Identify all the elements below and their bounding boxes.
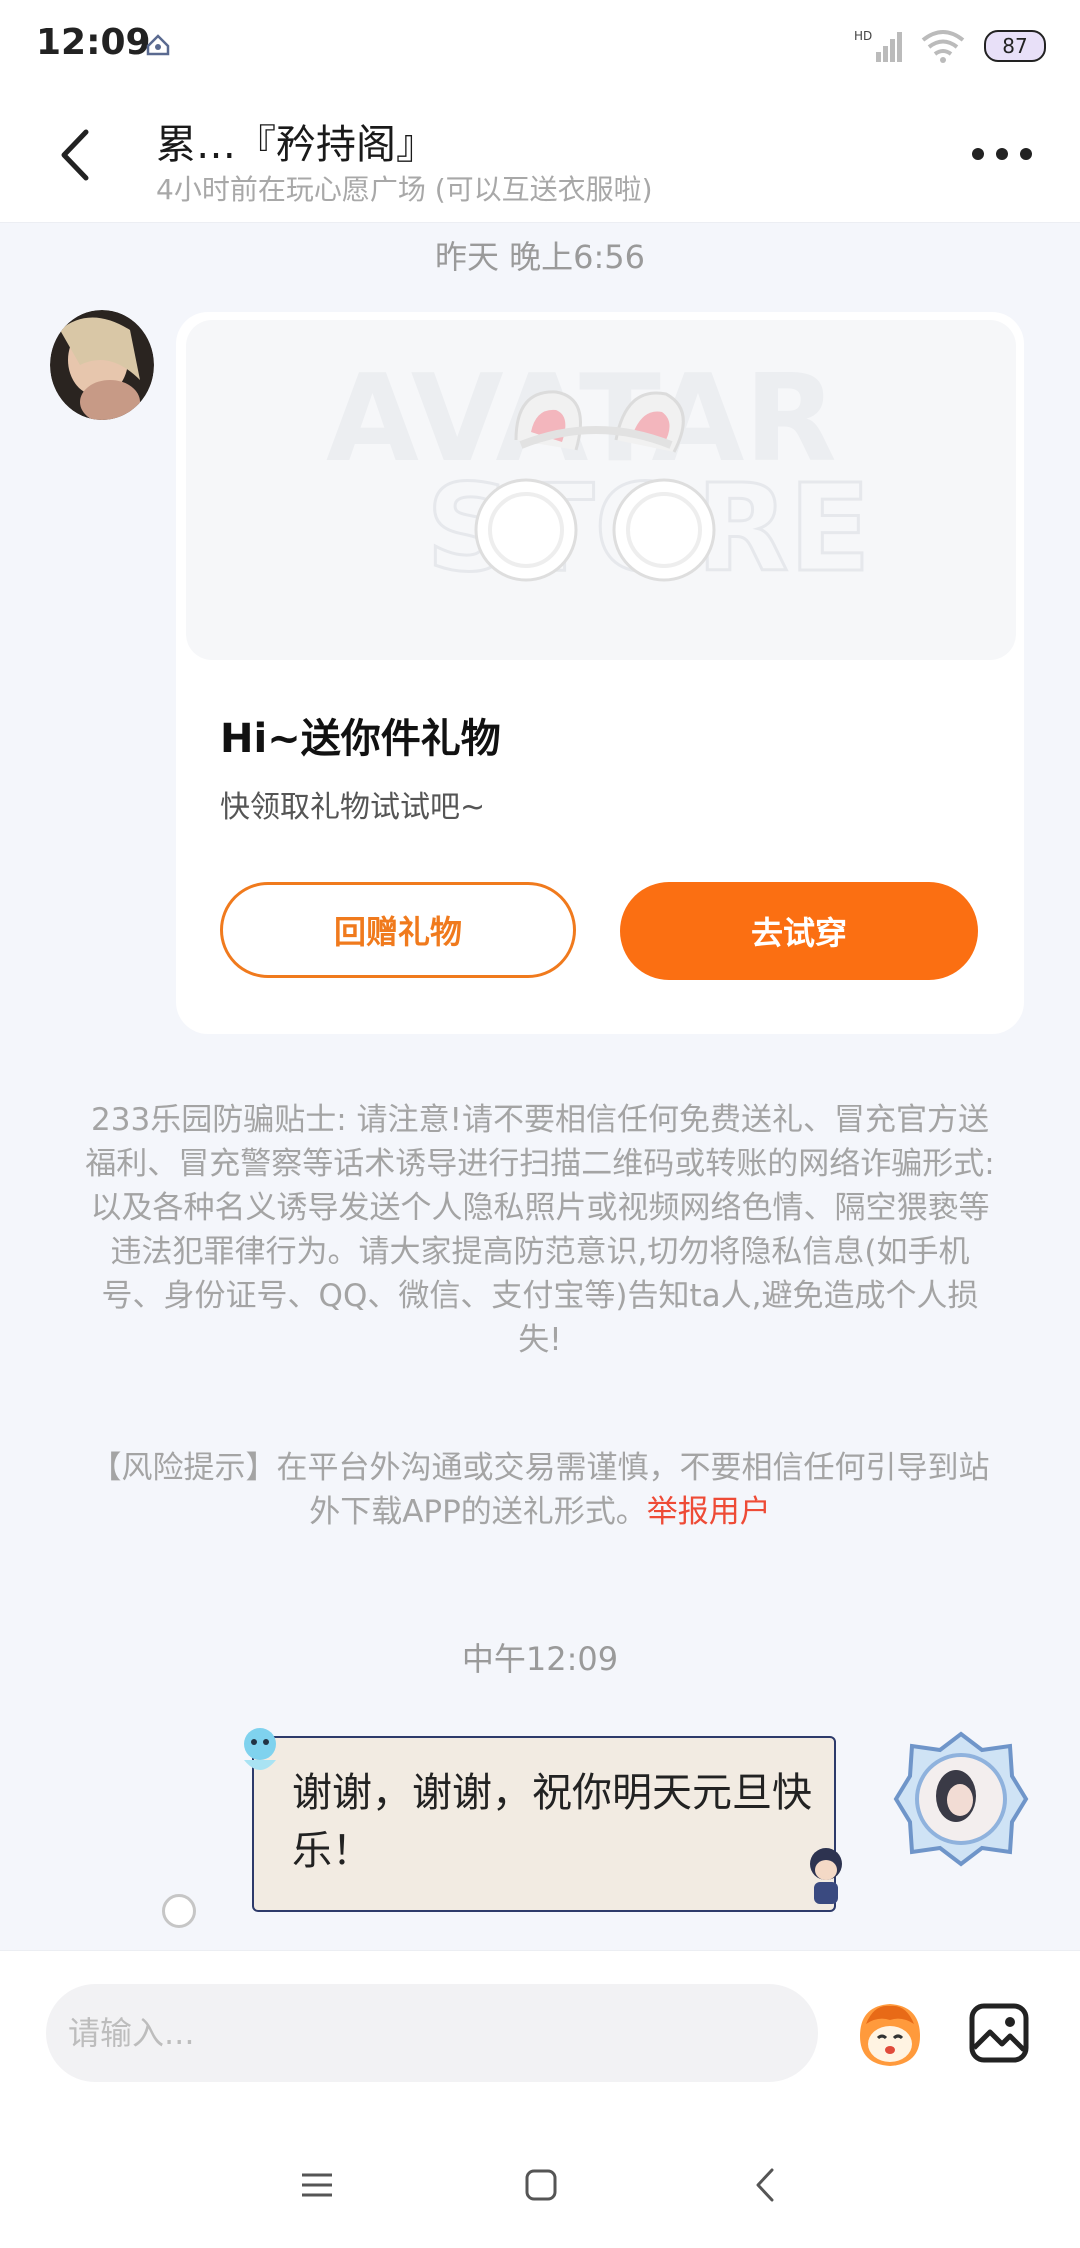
chat-title: 累…『矜持阁』 [156,122,436,168]
nav-back-icon[interactable] [752,2166,778,2204]
emoji-icon[interactable] [852,1998,928,2074]
avatar[interactable] [892,1730,1030,1868]
status-indicators: HD 87 [854,24,1046,68]
wifi-icon [921,30,965,63]
try-on-button[interactable]: 去试穿 [620,882,978,980]
network-label: HD [854,29,872,43]
risk-notice: 【风险提示】在平台外沟通或交易需谨慎，不要相信任何引导到站外下载APP的送礼形式… [80,1446,1000,1534]
return-gift-button[interactable]: 回赠礼物 [220,882,576,978]
avatar[interactable] [50,310,154,420]
menu-icon[interactable] [300,2170,334,2200]
timestamp: 昨天 晚上6:56 [434,238,646,276]
message-input[interactable] [46,1984,818,2082]
mascot-icon [244,1728,276,1770]
home-icon[interactable] [524,2168,558,2202]
notification-icon [146,34,170,56]
gift-subtitle: 快领取礼物试试吧~ [220,790,486,825]
signal-icon: HD [854,29,902,62]
select-radio[interactable] [162,1894,196,1928]
battery-indicator: 87 [984,30,1046,62]
gift-title: Hi~送你件礼物 [220,716,501,762]
chat-status: 4小时前在玩心愿广场 (可以互送衣服啦) [156,173,653,206]
risk-text: 【风险提示】在平台外沟通或交易需谨慎，不要相信任何引导到站外下载APP的送礼形式… [90,1450,990,1530]
status-time: 12:09 [36,22,151,63]
back-arrow-icon[interactable] [50,122,100,188]
message-text: 谢谢，谢谢，祝你明天元旦快乐！ [292,1770,812,1874]
gift-image: AVATAR STORE [186,320,1016,660]
timestamp: 中午12:09 [461,1640,619,1678]
gift-illustration: AVATAR STORE [326,350,872,601]
report-user-link[interactable]: 举报用户 [647,1494,771,1530]
safety-notice: 233乐园防骗贴士: 请注意!请不要相信任何免费送礼、冒充官方送福利、冒充警察等… [85,1102,995,1358]
image-icon[interactable] [968,2002,1030,2064]
more-icon[interactable] [972,142,1032,166]
